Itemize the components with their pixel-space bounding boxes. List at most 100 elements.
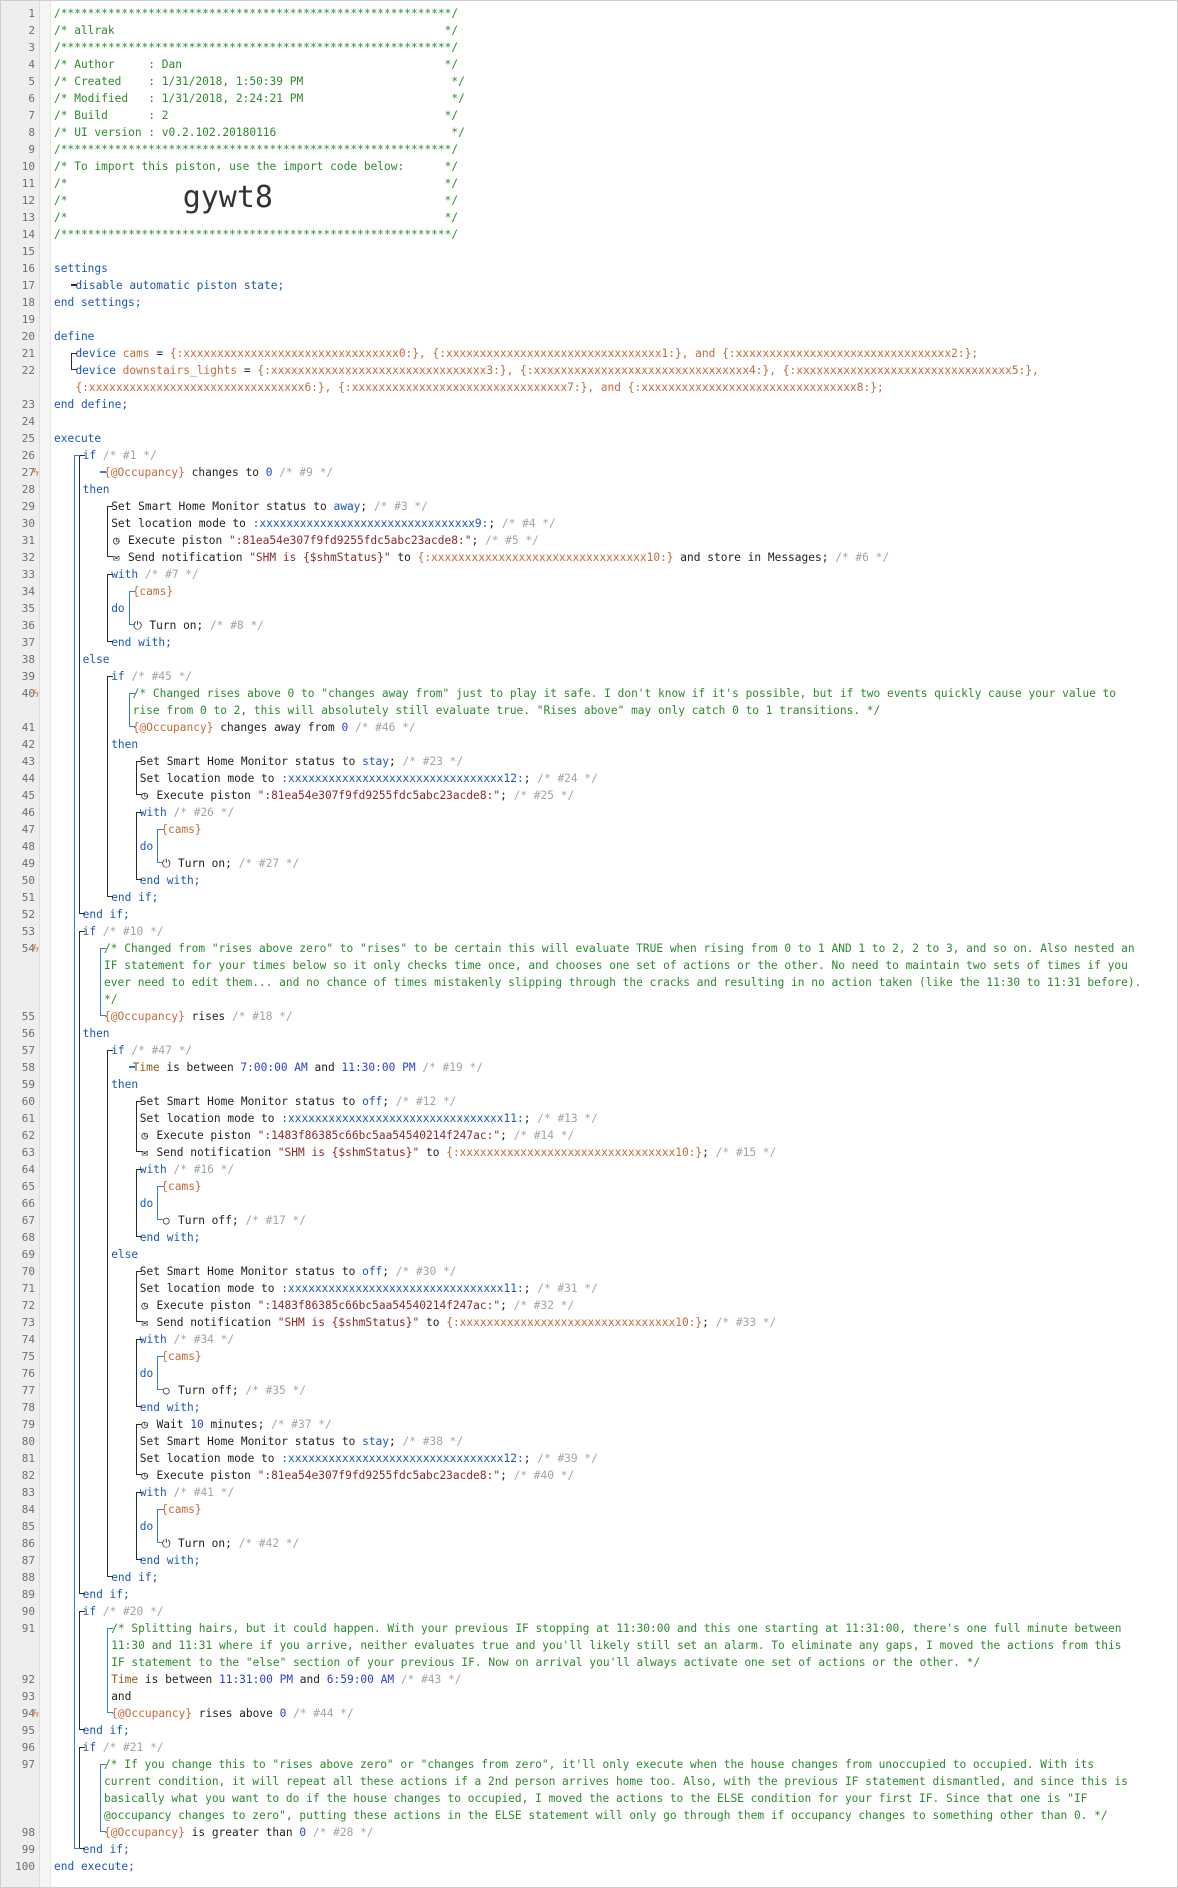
code-token: /* #31 */ (537, 1282, 598, 1295)
code-token: off (362, 1095, 383, 1108)
code-token: "SHM is {$shmStatus}" (277, 1146, 420, 1159)
code-token: Turn off; (178, 1384, 239, 1397)
code-token: /* #24 */ (537, 772, 598, 785)
code-token: ; (389, 1435, 396, 1448)
code-token: /* Splitting hairs, but it could happen.… (111, 1622, 1122, 1635)
line-number: 80 (21, 1435, 35, 1448)
code-token: Set location mode to (111, 517, 253, 530)
code-token: stay (362, 1435, 390, 1448)
code-token: ":81ea54e307f9fd9255fdc5abc23acde8:" (228, 534, 472, 547)
line-number: 27 (21, 466, 35, 479)
code-token: IF statement to the "else" section of yo… (111, 1656, 981, 1669)
line-number: 67 (21, 1214, 35, 1227)
line-number: 19 (21, 313, 35, 326)
code-line: do (140, 838, 153, 855)
code-token: {:xxxxxxxxxxxxxxxxxxxxxxxxxxxxxxxx6:}, {… (75, 381, 884, 394)
code-token: {cams} (161, 1180, 202, 1193)
line-number: 43 (21, 755, 35, 768)
code-token: then (82, 1027, 110, 1040)
code-token: Wait (156, 1418, 191, 1431)
code-token: /* #46 */ (354, 721, 416, 734)
code-token: end with; (139, 1401, 201, 1414)
code-token: end if; (111, 891, 159, 904)
code-line: {cams} (161, 1178, 201, 1195)
code-token: {:xxxxxxxxxxxxxxxxxxxxxxxxxxxxxxxx10:} (417, 551, 674, 564)
power-off-icon: ○ (162, 1384, 170, 1397)
code-token: Set location mode to (139, 1452, 282, 1465)
code-line: do (140, 1365, 153, 1382)
line-number: 79 (21, 1418, 35, 1431)
code-token: Set location mode to (139, 1282, 282, 1295)
line-number: 52 (21, 908, 35, 921)
code-token: /* #25 */ (513, 789, 575, 802)
code-token: IF statement for your times below so it … (104, 959, 1128, 972)
code-token: to (419, 1316, 447, 1329)
line-number: 54 (21, 942, 35, 955)
block-bracket (78, 1747, 80, 1849)
line-number: 31 (21, 534, 35, 547)
code-token: /* Author : Dan */ (54, 58, 459, 71)
line-number: 10 (21, 160, 35, 173)
code-token: ; (500, 789, 507, 802)
code-token: ; (702, 1316, 709, 1329)
power-icon: ⏻ (161, 857, 171, 870)
code-line: ◷ Execute piston ":1483f86385c66bc5aa545… (140, 1127, 574, 1144)
line-number: 21 (21, 347, 35, 360)
line-number: 22 (21, 364, 35, 377)
message-icon: ✉ (141, 1316, 149, 1329)
code-line: ◷ Execute piston ":81ea54e307f9fd9255fdc… (140, 787, 574, 804)
code-token: Time (111, 1673, 139, 1686)
line-number: 7 (28, 109, 35, 122)
line-number: 9 (28, 143, 35, 156)
code-line: rise from 0 to 2, this will absolutely s… (133, 702, 881, 719)
code-token: Execute piston (156, 1299, 258, 1312)
code-line: ◷ Wait 10 minutes; /* #37 */ (140, 1416, 331, 1433)
code-token: execute (54, 432, 102, 445)
code-line: Set Smart Home Monitor status to away; /… (111, 498, 428, 515)
code-line: Set Smart Home Monitor status to stay; /… (140, 753, 463, 770)
code-token: Send notification (156, 1316, 278, 1329)
code-token: with (111, 568, 139, 581)
code-token: Set Smart Home Monitor status to (111, 500, 334, 513)
code-line: Set location mode to :xxxxxxxxxxxxxxxxxx… (111, 515, 556, 532)
code-line: do (140, 1195, 153, 1212)
line-number: 11 (21, 177, 35, 190)
line-number: 60 (21, 1095, 35, 1108)
code-token: /* #28 */ (312, 1826, 374, 1839)
line-number: 68 (21, 1231, 35, 1244)
block-bracket (107, 574, 109, 642)
code-token: Turn on; (149, 619, 204, 632)
line-number: 37 (21, 636, 35, 649)
block-bracket (135, 812, 137, 880)
code-token: Turn on; (178, 857, 232, 870)
code-token: /* Created : 1/31/2018, 1:50:39 PM */ (54, 75, 465, 88)
code-token: /* #16 */ (173, 1163, 235, 1176)
code-line: /* Splitting hairs, but it could happen.… (111, 1620, 1121, 1637)
code-token: /* #38 */ (402, 1435, 464, 1448)
code-token: :xxxxxxxxxxxxxxxxxxxxxxxxxxxxxxxx11: (281, 1112, 524, 1125)
code-line: do (140, 1518, 153, 1535)
line-number: 51 (21, 891, 35, 904)
line-number: 89 (21, 1588, 35, 1601)
code-line: if /* #21 */ (83, 1739, 164, 1756)
code-token: :xxxxxxxxxxxxxxxxxxxxxxxxxxxxxxxx12: (281, 1452, 524, 1465)
code-token: /* #45 */ (131, 670, 193, 683)
code-token: Set location mode to (139, 1112, 282, 1125)
code-token: 6:59:00 AM (326, 1673, 395, 1686)
line-number: 72 (21, 1299, 35, 1312)
code-line: else (83, 651, 110, 668)
code-line: with /* #26 */ (140, 804, 234, 821)
line-number: 69 (21, 1248, 35, 1261)
code-token: current condition, it will repeat all th… (104, 1775, 1128, 1788)
line-number: 33 (21, 568, 35, 581)
code-token: /* #6 */ (835, 551, 890, 564)
code-token: /* #13 */ (537, 1112, 598, 1125)
code-token: /* #14 */ (513, 1129, 575, 1142)
